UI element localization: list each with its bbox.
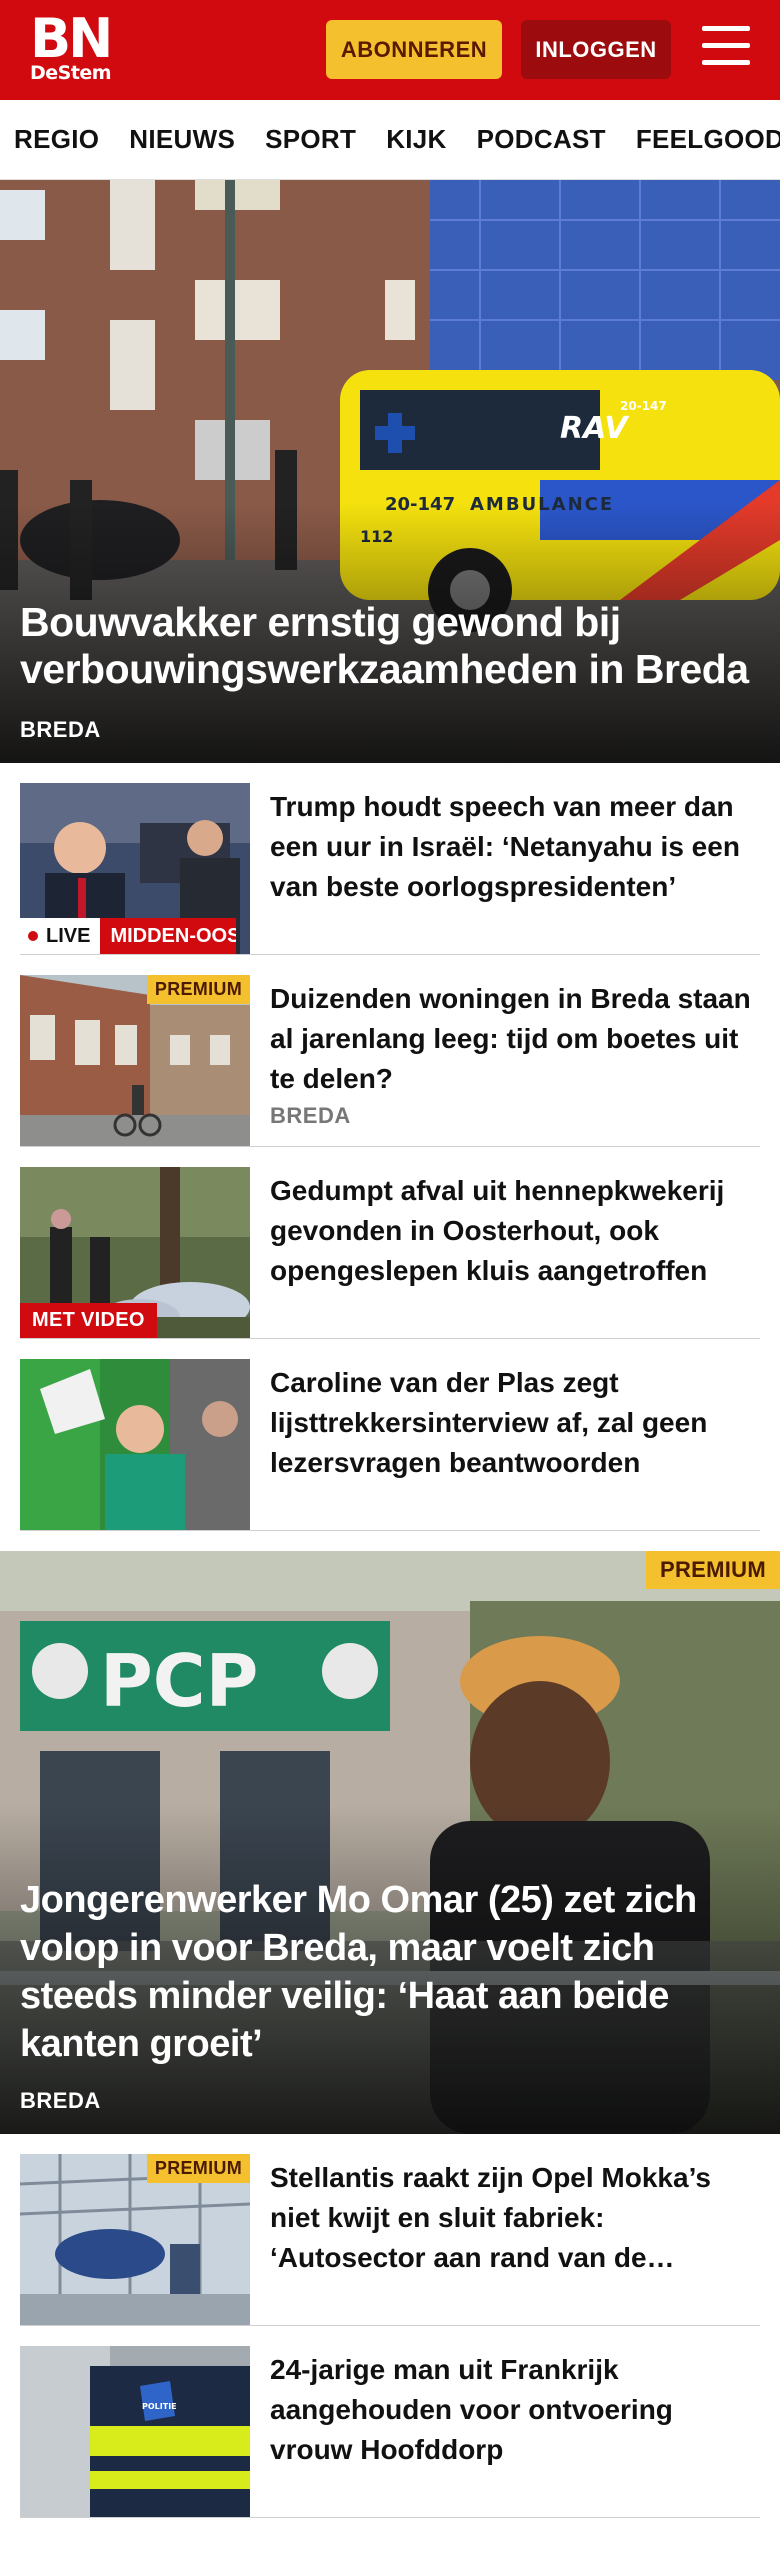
category-badge: MIDDEN-OOSTEN xyxy=(100,918,237,954)
menu-icon-bar xyxy=(702,43,750,48)
article-list: LIVE MIDDEN-OOSTEN Trump houdt speech va… xyxy=(0,763,780,1531)
list-item[interactable]: MET VIDEO Gedumpt afval uit hennepkweker… xyxy=(20,1147,760,1339)
premium-badge: PREMIUM xyxy=(146,975,250,1004)
article-title[interactable]: Duizenden woningen in Breda staan al jar… xyxy=(270,979,760,1099)
article-thumbnail: MET VIDEO xyxy=(20,1167,250,1338)
article-location-tag: BREDA xyxy=(270,1103,351,1128)
login-button[interactable]: INLOGGEN xyxy=(521,20,671,79)
thumbnail-image xyxy=(20,1359,250,1530)
list-item[interactable]: Caroline van der Plas zegt lijsttrekkers… xyxy=(20,1339,760,1531)
nav-item-sport[interactable]: SPORT xyxy=(265,124,356,155)
nav-item-podcast[interactable]: PODCAST xyxy=(477,124,606,155)
article-title[interactable]: Trump houdt speech van meer dan een uur … xyxy=(270,787,760,907)
article-body: 24-jarige man uit Frankrijk aangehouden … xyxy=(250,2346,760,2517)
site-header: BN DeStem ABONNEREN INLOGGEN xyxy=(0,0,780,100)
list-item[interactable]: LIVE MIDDEN-OOSTEN Trump houdt speech va… xyxy=(20,763,760,955)
article-thumbnail: POLITIE xyxy=(20,2346,250,2517)
article-thumbnail: LIVE MIDDEN-OOSTEN xyxy=(20,783,250,954)
article-thumbnail xyxy=(20,1359,250,1530)
subscribe-button[interactable]: ABONNEREN xyxy=(326,20,502,79)
feature-title[interactable]: Jongerenwerker Mo Omar (25) zet zich vol… xyxy=(20,1876,760,2068)
site-logo[interactable]: BN DeStem xyxy=(30,7,113,84)
hero-title[interactable]: Bouwvakker ernstig gewond bij verbouwing… xyxy=(20,599,760,693)
nav-item-feelgood[interactable]: FEELGOOD xyxy=(636,124,780,155)
menu-icon-bar xyxy=(702,60,750,65)
logo-main-text: BN xyxy=(30,7,113,70)
premium-badge: PREMIUM xyxy=(146,2154,250,2183)
menu-icon[interactable] xyxy=(702,26,750,70)
article-list-2: PREMIUM Stellantis raakt zijn Opel Mokka… xyxy=(0,2134,780,2518)
article-title[interactable]: 24-jarige man uit Frankrijk aangehouden … xyxy=(270,2350,760,2470)
article-title[interactable]: Stellantis raakt zijn Opel Mokka’s niet … xyxy=(270,2158,760,2278)
hero-article[interactable]: RAV 20-147 20-147 AMBULANCE 112 Bouwvakk… xyxy=(0,180,780,763)
article-body: Gedumpt afval uit hennepkwekerij gevonde… xyxy=(250,1167,760,1338)
list-item[interactable]: POLITIE 24-jarige man uit Frankrijk aang… xyxy=(20,2326,760,2518)
live-badge: LIVE MIDDEN-OOSTEN xyxy=(20,918,237,954)
article-body: Trump houdt speech van meer dan een uur … xyxy=(250,783,760,954)
menu-icon-bar xyxy=(702,26,750,31)
police-badge-text: POLITIE xyxy=(142,2402,177,2411)
article-thumbnail: PREMIUM xyxy=(20,975,250,1146)
feature-location-tag: BREDA xyxy=(20,2088,101,2113)
feature-article[interactable]: PCP PREMIUM Jongerenwerker Mo Omar (25) … xyxy=(0,1551,780,2134)
list-item[interactable]: PREMIUM Duizenden woningen in Breda staa… xyxy=(20,955,760,1147)
video-badge: MET VIDEO xyxy=(20,1303,157,1338)
nav-item-regio[interactable]: REGIO xyxy=(14,124,99,155)
section-nav: REGIO NIEUWS SPORT KIJK PODCAST FEELGOOD… xyxy=(0,100,780,180)
article-title[interactable]: Gedumpt afval uit hennepkwekerij gevonde… xyxy=(270,1171,760,1291)
logo-sub-text: DeStem xyxy=(30,62,112,84)
live-dot-icon xyxy=(28,931,38,941)
nav-item-kijk[interactable]: KIJK xyxy=(386,124,446,155)
article-thumbnail: PREMIUM xyxy=(20,2154,250,2325)
vehicle-brand-text: RAV xyxy=(560,411,630,446)
hero-location-tag: BREDA xyxy=(20,717,101,742)
thumbnail-image: POLITIE xyxy=(20,2346,250,2517)
article-body: Stellantis raakt zijn Opel Mokka’s niet … xyxy=(250,2154,760,2325)
vehicle-roof-id-text: 20-147 xyxy=(620,399,667,413)
live-label: LIVE xyxy=(46,924,91,947)
list-item[interactable]: PREMIUM Stellantis raakt zijn Opel Mokka… xyxy=(20,2134,760,2326)
article-title[interactable]: Caroline van der Plas zegt lijsttrekkers… xyxy=(270,1363,760,1483)
article-body: Caroline van der Plas zegt lijsttrekkers… xyxy=(250,1359,760,1530)
nav-item-nieuws[interactable]: NIEUWS xyxy=(129,124,235,155)
live-indicator: LIVE xyxy=(20,918,101,954)
feature-sign-text: PCP xyxy=(100,1639,258,1723)
article-body: Duizenden woningen in Breda staan al jar… xyxy=(250,975,760,1146)
premium-badge: PREMIUM xyxy=(646,1551,780,1589)
